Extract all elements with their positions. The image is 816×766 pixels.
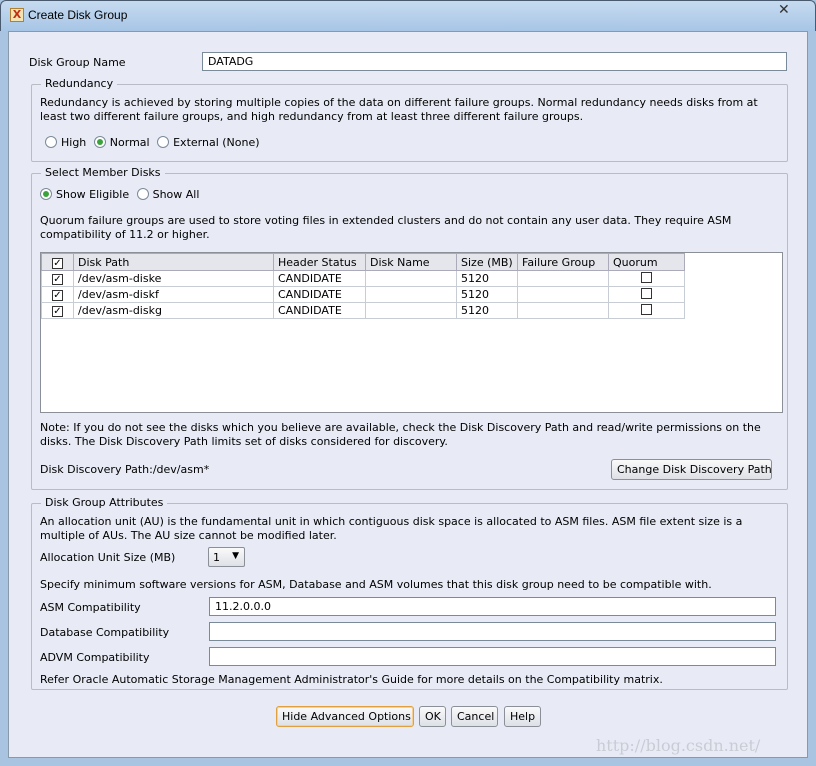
help-button[interactable]: Help — [504, 706, 541, 727]
asm-compat-label: ASM Compatibility — [40, 601, 141, 614]
disk-group-name-label: Disk Group Name — [29, 56, 126, 69]
radio-icon — [157, 136, 170, 148]
quorum-checkbox[interactable] — [608, 286, 685, 303]
redundancy-title: Redundancy — [41, 77, 118, 90]
checkbox-icon — [641, 287, 652, 299]
disk-name[interactable] — [365, 286, 457, 303]
disk-path: /dev/asm-diske — [73, 270, 274, 287]
radio-high[interactable]: High — [45, 136, 86, 149]
header-status: CANDIDATE — [273, 286, 366, 303]
checkbox-icon — [641, 271, 652, 283]
chevron-down-icon: ▼ — [232, 551, 239, 561]
col-failure-group[interactable]: Failure Group — [517, 253, 609, 271]
attributes-title: Disk Group Attributes — [41, 496, 168, 509]
close-icon[interactable]: ✕ — [778, 2, 790, 18]
disk-group-name-input[interactable]: DATADG — [202, 52, 787, 71]
discovery-path: Disk Discovery Path:/dev/asm* — [40, 463, 210, 476]
compat-description: Specify minimum software versions for AS… — [40, 578, 712, 591]
col-header-status[interactable]: Header Status — [273, 253, 366, 271]
table-row[interactable]: ✓ /dev/asm-diskf CANDIDATE 5120 — [41, 286, 685, 303]
watermark: http://blog.csdn.net/ — [596, 736, 761, 755]
radio-normal[interactable]: Normal — [93, 136, 150, 149]
radio-selected-icon — [93, 136, 106, 148]
disk-table: ✓ Disk Path Header Status Disk Name Size… — [40, 252, 783, 413]
au-label: Allocation Unit Size (MB) — [40, 551, 176, 564]
col-quorum[interactable]: Quorum — [608, 253, 685, 271]
quorum-checkbox[interactable] — [608, 270, 685, 287]
db-compat-label: Database Compatibility — [40, 626, 170, 639]
checkbox-checked-icon: ✓ — [52, 290, 63, 301]
row-checkbox[interactable]: ✓ — [41, 286, 74, 303]
table-row[interactable]: ✓ /dev/asm-diske CANDIDATE 5120 — [41, 270, 685, 287]
header-status: CANDIDATE — [273, 270, 366, 287]
header-status: CANDIDATE — [273, 302, 366, 319]
disk-path: /dev/asm-diskg — [73, 302, 274, 319]
radio-selected-icon — [40, 188, 52, 200]
disk-size: 5120 — [456, 302, 518, 319]
disk-name[interactable] — [365, 270, 457, 287]
failure-group[interactable] — [517, 286, 609, 303]
table-header: ✓ Disk Path Header Status Disk Name Size… — [41, 253, 685, 271]
failure-group[interactable] — [517, 302, 609, 319]
select-all-checkbox[interactable]: ✓ — [41, 253, 74, 271]
radio-external[interactable]: External (None) — [157, 136, 260, 149]
advm-compat-label: ADVM Compatibility — [40, 651, 150, 664]
table-row[interactable]: ✓ /dev/asm-diskg CANDIDATE 5120 — [41, 302, 685, 319]
col-disk-name[interactable]: Disk Name — [365, 253, 457, 271]
db-compat-input[interactable] — [209, 622, 776, 641]
failure-group[interactable] — [517, 270, 609, 287]
dialog-content: Disk Group Name DATADG Redundancy Redund… — [8, 31, 808, 758]
col-size[interactable]: Size (MB) — [456, 253, 518, 271]
quorum-note: Quorum failure groups are used to store … — [40, 214, 732, 241]
row-checkbox[interactable]: ✓ — [41, 270, 74, 287]
hide-advanced-options-button[interactable]: Hide Advanced Options — [276, 706, 414, 727]
discovery-note: Note: If you do not see the disks which … — [40, 421, 761, 448]
radio-icon — [45, 136, 57, 148]
checkbox-checked-icon: ✓ — [52, 306, 63, 317]
checkbox-icon — [641, 303, 652, 315]
redundancy-options: High Normal External (None) — [45, 136, 260, 149]
row-checkbox[interactable]: ✓ — [41, 302, 74, 319]
change-discovery-path-button[interactable]: Change Disk Discovery Path — [611, 459, 772, 480]
redundancy-description: Redundancy is achieved by storing multip… — [40, 96, 758, 123]
disk-path: /dev/asm-diskf — [73, 286, 274, 303]
member-disks-title: Select Member Disks — [41, 166, 165, 179]
radio-icon — [136, 188, 149, 200]
oracle-icon: X — [10, 8, 24, 22]
disk-size: 5120 — [456, 270, 518, 287]
radio-show-all[interactable]: Show All — [136, 188, 199, 201]
au-size-select[interactable]: 1 ▼ — [208, 547, 245, 567]
au-description: An allocation unit (AU) is the fundament… — [40, 515, 743, 542]
quorum-checkbox[interactable] — [608, 302, 685, 319]
disk-size: 5120 — [456, 286, 518, 303]
disk-name[interactable] — [365, 302, 457, 319]
ok-button[interactable]: OK — [419, 706, 446, 727]
checkbox-checked-icon: ✓ — [52, 274, 63, 285]
checkbox-checked-icon: ✓ — [52, 257, 63, 269]
compat-refer-note: Refer Oracle Automatic Storage Managemen… — [40, 673, 663, 686]
col-disk-path[interactable]: Disk Path — [73, 253, 274, 271]
disk-filter: Show Eligible Show All — [40, 188, 199, 201]
advm-compat-input[interactable] — [209, 647, 776, 666]
window-title: Create Disk Group — [28, 8, 128, 22]
cancel-button[interactable]: Cancel — [451, 706, 498, 727]
asm-compat-input[interactable]: 11.2.0.0.0 — [209, 597, 776, 616]
radio-show-eligible[interactable]: Show Eligible — [40, 188, 129, 201]
